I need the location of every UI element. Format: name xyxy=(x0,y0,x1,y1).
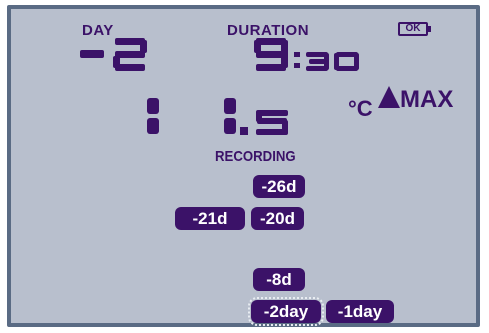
temperature-unit: °C xyxy=(348,96,373,121)
history-badge-1day[interactable]: -1day xyxy=(326,300,394,323)
duration-colon-top xyxy=(294,52,300,57)
duration-digit-0 xyxy=(334,52,359,71)
temp-digit-1b xyxy=(224,98,236,134)
temp-digit-1a xyxy=(147,98,159,134)
temp-decimal-point xyxy=(240,127,248,135)
temperature-value-digits xyxy=(147,98,288,135)
history-badge-26d[interactable]: -26d xyxy=(253,175,305,198)
history-badge-8d[interactable]: -8d xyxy=(253,268,305,291)
up-triangle-icon xyxy=(378,86,400,108)
segment-digits xyxy=(80,38,359,135)
history-badge-21d[interactable]: -21d xyxy=(175,207,245,230)
history-badge-20d[interactable]: -20d xyxy=(251,207,304,230)
day-digit-2 xyxy=(113,38,147,71)
lcd-display: DAY DURATION OK °C MAX RECORDING -26d -2… xyxy=(0,0,489,333)
recording-status: RECORDING xyxy=(215,148,296,165)
duration-colon-bottom xyxy=(294,63,300,68)
duration-digit-9 xyxy=(254,38,288,71)
max-mode-label: MAX xyxy=(400,86,454,113)
day-value-digits xyxy=(80,38,147,71)
duration-value-digits xyxy=(254,38,359,71)
history-badge-2day[interactable]: -2day xyxy=(248,297,324,326)
day-minus-segment xyxy=(80,50,104,58)
temp-digit-5 xyxy=(256,110,288,135)
duration-digit-3 xyxy=(306,52,329,71)
